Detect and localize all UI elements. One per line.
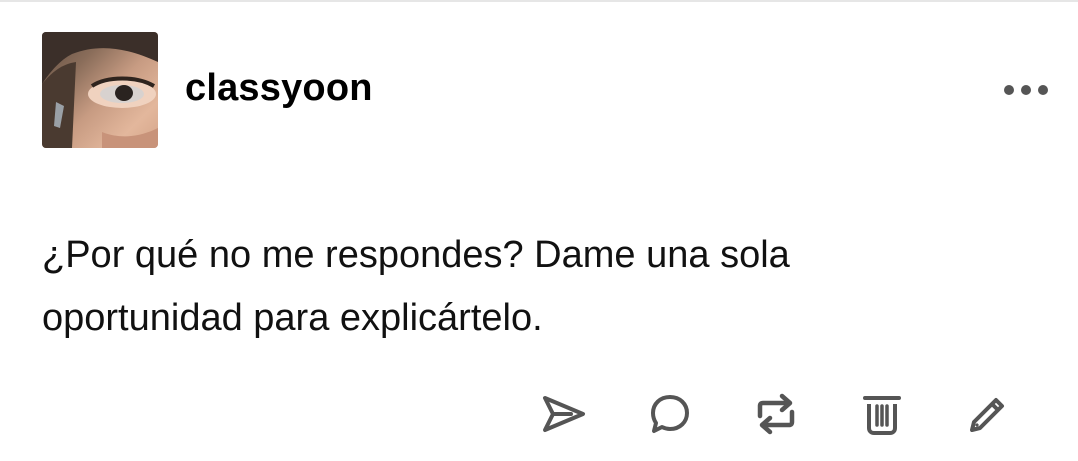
reply-bubble-icon (651, 395, 689, 433)
reply-button[interactable] (644, 388, 696, 440)
ellipsis-icon-dot (1038, 85, 1048, 95)
post-body: ¿Por qué no me respondes? Dame una sola … (42, 224, 1022, 350)
reblog-icon (757, 393, 795, 435)
reblog-button[interactable] (750, 388, 802, 440)
delete-button[interactable] (856, 388, 908, 440)
post-header: classyoon (42, 32, 1052, 148)
top-divider (0, 0, 1078, 2)
post-text-line: oportunidad para explicártelo. (42, 297, 543, 339)
post-actions-bar (538, 388, 1018, 440)
avatar[interactable] (42, 32, 158, 148)
ellipsis-icon-dot (1021, 85, 1031, 95)
send-icon (543, 396, 585, 432)
send-button[interactable] (538, 388, 590, 440)
post-author-username[interactable]: classyoon (185, 66, 373, 110)
more-options-button[interactable] (1004, 82, 1048, 98)
edit-pencil-icon (970, 398, 1004, 432)
avatar-photo-graphic (42, 32, 158, 148)
trash-icon (863, 396, 901, 435)
edit-button[interactable] (962, 388, 1014, 440)
ellipsis-icon (1004, 85, 1014, 95)
post-text-line: ¿Por qué no me respondes? Dame una sola (42, 234, 790, 276)
